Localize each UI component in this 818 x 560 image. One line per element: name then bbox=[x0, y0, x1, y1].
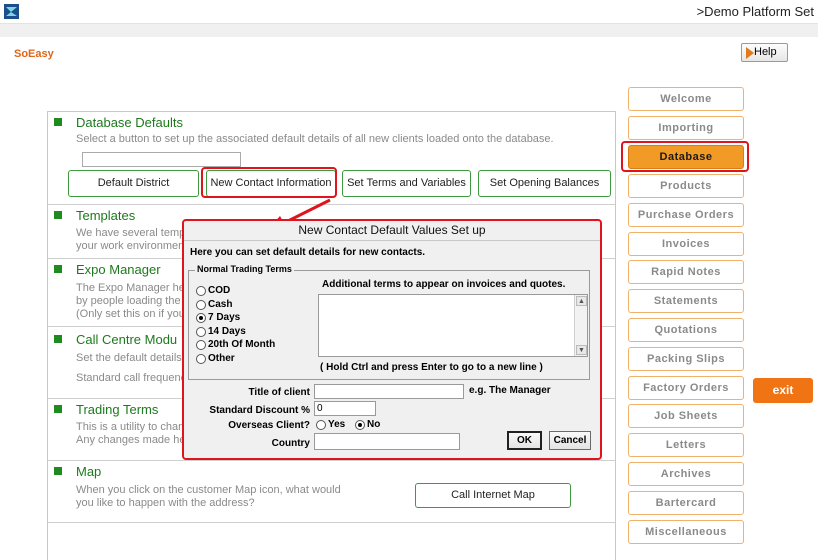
radio-label: 20th Of Month bbox=[208, 339, 276, 350]
cancel-button[interactable]: Cancel bbox=[549, 431, 591, 450]
section-title: Trading Terms bbox=[76, 402, 159, 417]
set-opening-balances-button[interactable]: Set Opening Balances bbox=[478, 170, 611, 197]
radio-label: 14 Days bbox=[208, 326, 246, 337]
section-description-line: Standard call frequenc bbox=[76, 372, 187, 384]
group-label: Normal Trading Terms bbox=[195, 264, 294, 274]
section-bullet bbox=[54, 467, 62, 475]
highlight-new-contact-button bbox=[201, 167, 337, 198]
section-description-line: (Only set this on if you bbox=[76, 308, 185, 320]
radio-button[interactable] bbox=[316, 420, 326, 430]
section-description-line: you like to happen with the address? bbox=[76, 497, 255, 509]
brand-name: SoEasy bbox=[14, 48, 54, 60]
title-example-hint: e.g. The Manager bbox=[469, 385, 551, 396]
section-bullet bbox=[54, 335, 62, 343]
section-description-line: This is a utility to chang bbox=[76, 421, 191, 433]
set-terms-and-variables-button[interactable]: Set Terms and Variables bbox=[342, 170, 471, 197]
nav-importing[interactable]: Importing bbox=[628, 116, 744, 140]
section-title: Call Centre Modu bbox=[76, 332, 178, 347]
section-bullet bbox=[54, 405, 62, 413]
additional-terms-textarea[interactable]: ▲ ▼ bbox=[318, 294, 588, 357]
nav-welcome[interactable]: Welcome bbox=[628, 87, 744, 111]
title-bar: >Demo Platform Set bbox=[0, 0, 818, 24]
highlight-database-nav bbox=[621, 141, 749, 172]
nav-products[interactable]: Products bbox=[628, 174, 744, 198]
nav-miscellaneous[interactable]: Miscellaneous bbox=[628, 520, 744, 544]
normal-trading-terms-group: Normal Trading Terms COD Cash 7 Days 14 … bbox=[188, 264, 590, 380]
dialog-divider bbox=[184, 240, 600, 241]
new-contact-defaults-dialog: New Contact Default Values Set up Here y… bbox=[182, 219, 602, 460]
section-bullet bbox=[54, 211, 62, 219]
section-title: Templates bbox=[76, 208, 136, 223]
nav-letters[interactable]: Letters bbox=[628, 433, 744, 457]
radio-label: Yes bbox=[328, 419, 346, 430]
country-input[interactable] bbox=[314, 433, 460, 450]
overseas-client-label: Overseas Client? bbox=[228, 420, 310, 431]
call-internet-map-button[interactable]: Call Internet Map bbox=[415, 483, 571, 508]
nav-job-sheets[interactable]: Job Sheets bbox=[628, 404, 744, 428]
radio-button-selected[interactable] bbox=[355, 420, 365, 430]
nav-invoices[interactable]: Invoices bbox=[628, 232, 744, 256]
nav-factory-orders[interactable]: Factory Orders bbox=[628, 376, 744, 400]
nav-bartercard[interactable]: Bartercard bbox=[628, 491, 744, 515]
dialog-intro: Here you can set default details for new… bbox=[190, 247, 426, 258]
standard-discount-input[interactable]: 0 bbox=[314, 401, 376, 416]
app-header-band bbox=[0, 24, 818, 37]
nav-statements[interactable]: Statements bbox=[628, 289, 744, 313]
section-title: Expo Manager bbox=[76, 262, 161, 277]
section-description-line: by people loading the bbox=[76, 295, 181, 307]
additional-terms-label: Additional terms to appear on invoices a… bbox=[322, 279, 566, 290]
radio-button[interactable] bbox=[196, 327, 206, 337]
textarea-scrollbar[interactable]: ▲ ▼ bbox=[574, 295, 587, 356]
section-bullet bbox=[54, 265, 62, 273]
radio-button[interactable] bbox=[196, 354, 206, 364]
title-of-client-label: Title of client bbox=[248, 387, 311, 398]
radio-button[interactable] bbox=[196, 286, 206, 296]
nav-quotations[interactable]: Quotations bbox=[628, 318, 744, 342]
radio-label: Cash bbox=[208, 299, 233, 310]
radio-label: No bbox=[367, 419, 381, 430]
nav-purchase-orders[interactable]: Purchase Orders bbox=[628, 203, 744, 227]
scroll-down-icon[interactable]: ▼ bbox=[576, 345, 587, 355]
radio-label: COD bbox=[208, 285, 231, 296]
help-label: Help bbox=[754, 46, 777, 58]
section-description-line: The Expo Manager he bbox=[76, 282, 185, 294]
app-logo-icon bbox=[4, 4, 19, 19]
section-description-line: Set the default details f bbox=[76, 352, 188, 364]
nav-rapid-notes[interactable]: Rapid Notes bbox=[628, 260, 744, 284]
radio-label: Other bbox=[208, 353, 235, 364]
exit-button[interactable]: exit bbox=[753, 378, 813, 403]
section-title: Database Defaults bbox=[76, 115, 183, 130]
district-display-field[interactable] bbox=[82, 152, 241, 167]
radio-button-selected[interactable] bbox=[196, 313, 206, 323]
section-description-line: Any changes made he bbox=[76, 434, 186, 446]
country-label: Country bbox=[271, 438, 310, 449]
section-description-line: We have several temp bbox=[76, 227, 186, 239]
help-button[interactable]: Help bbox=[741, 43, 788, 62]
section-description: Select a button to set up the associated… bbox=[76, 133, 554, 145]
section-bullet bbox=[54, 118, 62, 126]
nav-archives[interactable]: Archives bbox=[628, 462, 744, 486]
play-icon bbox=[746, 47, 754, 59]
ok-button[interactable]: OK bbox=[507, 431, 542, 450]
nav-packing-slips[interactable]: Packing Slips bbox=[628, 347, 744, 371]
window-title: >Demo Platform Set bbox=[696, 4, 814, 19]
title-of-client-input[interactable] bbox=[314, 384, 464, 399]
scroll-up-icon[interactable]: ▲ bbox=[576, 296, 587, 306]
default-district-button[interactable]: Default District bbox=[68, 170, 199, 197]
radio-label: 7 Days bbox=[208, 312, 241, 323]
radio-button[interactable] bbox=[196, 340, 206, 350]
additional-terms-hint: ( Hold Ctrl and press Enter to go to a n… bbox=[320, 362, 543, 373]
section-description-line: When you click on the customer Map icon,… bbox=[76, 484, 341, 496]
section-description-line: your work environment bbox=[76, 240, 188, 252]
radio-button[interactable] bbox=[196, 300, 206, 310]
dialog-title: New Contact Default Values Set up bbox=[298, 223, 486, 237]
section-title: Map bbox=[76, 464, 102, 479]
section-map: Map When you click on the customer Map i… bbox=[48, 461, 615, 523]
standard-discount-label: Standard Discount % bbox=[209, 405, 310, 416]
